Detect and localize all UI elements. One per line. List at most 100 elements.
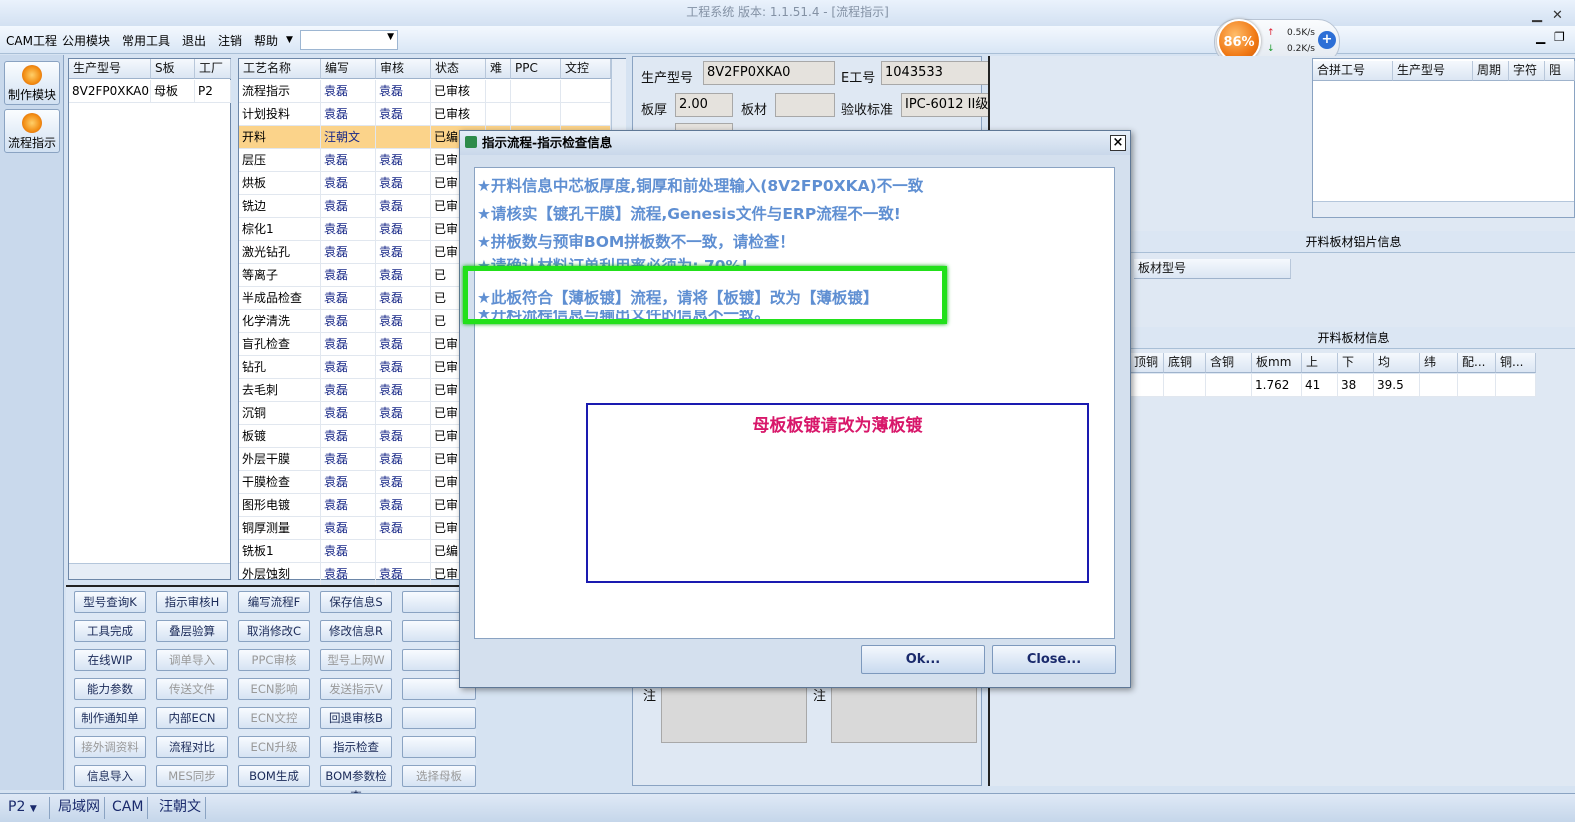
combine-col[interactable]: 字符 bbox=[1509, 61, 1545, 81]
thickness-field[interactable]: 2.00 bbox=[675, 93, 733, 117]
chevron-down-icon[interactable]: ▼ bbox=[286, 35, 293, 45]
table-row-cell[interactable]: 袁磊 bbox=[321, 241, 376, 264]
col-ppc[interactable]: PPC bbox=[511, 59, 561, 79]
table-row-model[interactable]: 8V2FP0XKA0 bbox=[69, 80, 151, 103]
function-button[interactable]: 型号查询K bbox=[74, 591, 146, 613]
table-row-cell[interactable] bbox=[511, 103, 561, 126]
horizontal-scrollbar[interactable] bbox=[69, 563, 230, 579]
table-row-cell[interactable]: 汪朝文 bbox=[321, 126, 376, 149]
table-row-cell[interactable]: 袁磊 bbox=[376, 333, 431, 356]
table-row-cell[interactable]: 去毛刺 bbox=[239, 379, 321, 402]
function-button[interactable]: 回退审核B bbox=[320, 707, 392, 729]
function-button[interactable]: 信息导入 bbox=[74, 765, 146, 787]
horizontal-scrollbar[interactable] bbox=[1313, 201, 1574, 217]
table-row-cell[interactable]: 激光钻孔 bbox=[239, 241, 321, 264]
combine-col[interactable]: 生产型号 bbox=[1393, 61, 1473, 81]
col-difficulty[interactable]: 难 bbox=[486, 59, 511, 79]
function-button[interactable] bbox=[402, 736, 476, 758]
material-cell[interactable] bbox=[1420, 374, 1458, 397]
table-row-cell[interactable]: 等离子 bbox=[239, 264, 321, 287]
material-col[interactable]: 上 bbox=[1302, 353, 1338, 373]
table-row-cell[interactable] bbox=[486, 103, 511, 126]
table-row-cell[interactable]: 袁磊 bbox=[376, 241, 431, 264]
table-row-cell[interactable]: 袁磊 bbox=[376, 172, 431, 195]
material-field[interactable] bbox=[775, 93, 835, 117]
material-col[interactable]: 铜... bbox=[1496, 353, 1536, 373]
table-row-cell[interactable] bbox=[561, 80, 611, 103]
table-row-cell[interactable]: 烘板 bbox=[239, 172, 321, 195]
table-row-cell[interactable]: 袁磊 bbox=[321, 448, 376, 471]
table-row-cell[interactable]: 板镀 bbox=[239, 425, 321, 448]
material-col[interactable]: 下 bbox=[1338, 353, 1374, 373]
table-row-cell[interactable]: 袁磊 bbox=[376, 310, 431, 333]
table-row-cell[interactable]: 袁磊 bbox=[321, 494, 376, 517]
menu-exit[interactable]: 退出 bbox=[182, 32, 206, 49]
table-row-cell[interactable]: 图形电镀 bbox=[239, 494, 321, 517]
note-box-1[interactable] bbox=[661, 685, 807, 743]
function-button[interactable]: MES同步 bbox=[156, 765, 228, 787]
col-writer[interactable]: 编写 bbox=[321, 59, 376, 79]
table-row-cell[interactable]: 半成品检查 bbox=[239, 287, 321, 310]
function-button[interactable]: 发送指示V bbox=[320, 678, 392, 700]
table-row-cell[interactable]: 开料 bbox=[239, 126, 321, 149]
table-row-cell[interactable]: 袁磊 bbox=[376, 195, 431, 218]
plus-icon[interactable]: + bbox=[1318, 31, 1336, 49]
table-row-cell[interactable]: 袁磊 bbox=[321, 379, 376, 402]
function-button[interactable] bbox=[402, 707, 476, 729]
table-row-cell[interactable]: 袁磊 bbox=[321, 310, 376, 333]
function-button[interactable]: PPC审核 bbox=[238, 649, 310, 671]
table-row-factory[interactable]: P2 bbox=[195, 80, 231, 103]
function-button[interactable]: 制作通知单 bbox=[74, 707, 146, 729]
table-row-cell[interactable]: 袁磊 bbox=[376, 103, 431, 126]
material-col[interactable]: 均 bbox=[1374, 353, 1420, 373]
function-button[interactable]: 叠层验算 bbox=[156, 620, 228, 642]
table-row-cell[interactable]: 层压 bbox=[239, 149, 321, 172]
table-row-cell[interactable]: 袁磊 bbox=[321, 103, 376, 126]
table-row-cell[interactable]: 袁磊 bbox=[321, 172, 376, 195]
model-field[interactable]: 8V2FP0XKA0 bbox=[703, 61, 835, 85]
table-row-cell[interactable]: 袁磊 bbox=[376, 494, 431, 517]
menu-common-modules[interactable]: 公用模块 bbox=[62, 32, 110, 49]
combine-col[interactable]: 合拼工号 bbox=[1313, 61, 1393, 81]
col-doc-control[interactable]: 文控 bbox=[561, 59, 611, 79]
mdi-restore-icon[interactable]: ❐ bbox=[1554, 30, 1565, 44]
table-row-cell[interactable]: 袁磊 bbox=[321, 356, 376, 379]
table-row-cell[interactable]: 袁磊 bbox=[321, 264, 376, 287]
table-row-cell[interactable]: 袁磊 bbox=[321, 517, 376, 540]
material-cell[interactable] bbox=[1206, 374, 1252, 397]
make-module-button[interactable]: 制作模块 bbox=[4, 61, 60, 105]
tab-cam[interactable]: CAM bbox=[108, 797, 149, 819]
material-cell[interactable] bbox=[1458, 374, 1496, 397]
col-s-board[interactable]: S板 bbox=[151, 59, 195, 79]
table-row-cell[interactable]: 袁磊 bbox=[376, 149, 431, 172]
table-row-cell[interactable]: 袁磊 bbox=[321, 540, 376, 563]
function-button[interactable]: 内部ECN bbox=[156, 707, 228, 729]
table-row-cell[interactable]: 袁磊 bbox=[376, 356, 431, 379]
table-row-cell[interactable]: 铣板1 bbox=[239, 540, 321, 563]
table-row-cell[interactable]: 袁磊 bbox=[376, 80, 431, 103]
material-col[interactable]: 底铜 bbox=[1164, 353, 1206, 373]
material-cell[interactable] bbox=[1496, 374, 1536, 397]
combine-col[interactable]: 阻 bbox=[1545, 61, 1575, 81]
function-button[interactable]: 编写流程F bbox=[238, 591, 310, 613]
function-button[interactable]: 能力参数 bbox=[74, 678, 146, 700]
table-row-cell[interactable]: 袁磊 bbox=[321, 563, 376, 586]
table-row-cell[interactable]: 袁磊 bbox=[321, 218, 376, 241]
table-row-cell[interactable]: 袁磊 bbox=[376, 448, 431, 471]
flow-instruction-button[interactable]: 流程指示 bbox=[4, 109, 60, 153]
tab-lan[interactable]: 局域网 bbox=[54, 797, 105, 819]
menu-help[interactable]: 帮助 bbox=[254, 32, 278, 49]
table-row-cell[interactable]: 袁磊 bbox=[321, 333, 376, 356]
material-cell[interactable] bbox=[1164, 374, 1206, 397]
function-button[interactable]: 保存信息S bbox=[320, 591, 392, 613]
col-factory[interactable]: 工厂 bbox=[195, 59, 231, 79]
table-row-cell[interactable]: 盲孔检查 bbox=[239, 333, 321, 356]
table-row-sboard[interactable]: 母板 bbox=[151, 80, 195, 103]
menu-cam[interactable]: CAM工程 bbox=[6, 32, 57, 49]
function-button[interactable]: BOM参数检查 bbox=[320, 765, 392, 803]
function-button[interactable]: 接外调资料 bbox=[74, 736, 146, 758]
table-row-cell[interactable]: 袁磊 bbox=[321, 149, 376, 172]
close-window-icon[interactable]: ✕ bbox=[1552, 4, 1563, 28]
material-cell[interactable]: 1.762 bbox=[1252, 374, 1302, 397]
function-button[interactable]: ECN影响 bbox=[238, 678, 310, 700]
